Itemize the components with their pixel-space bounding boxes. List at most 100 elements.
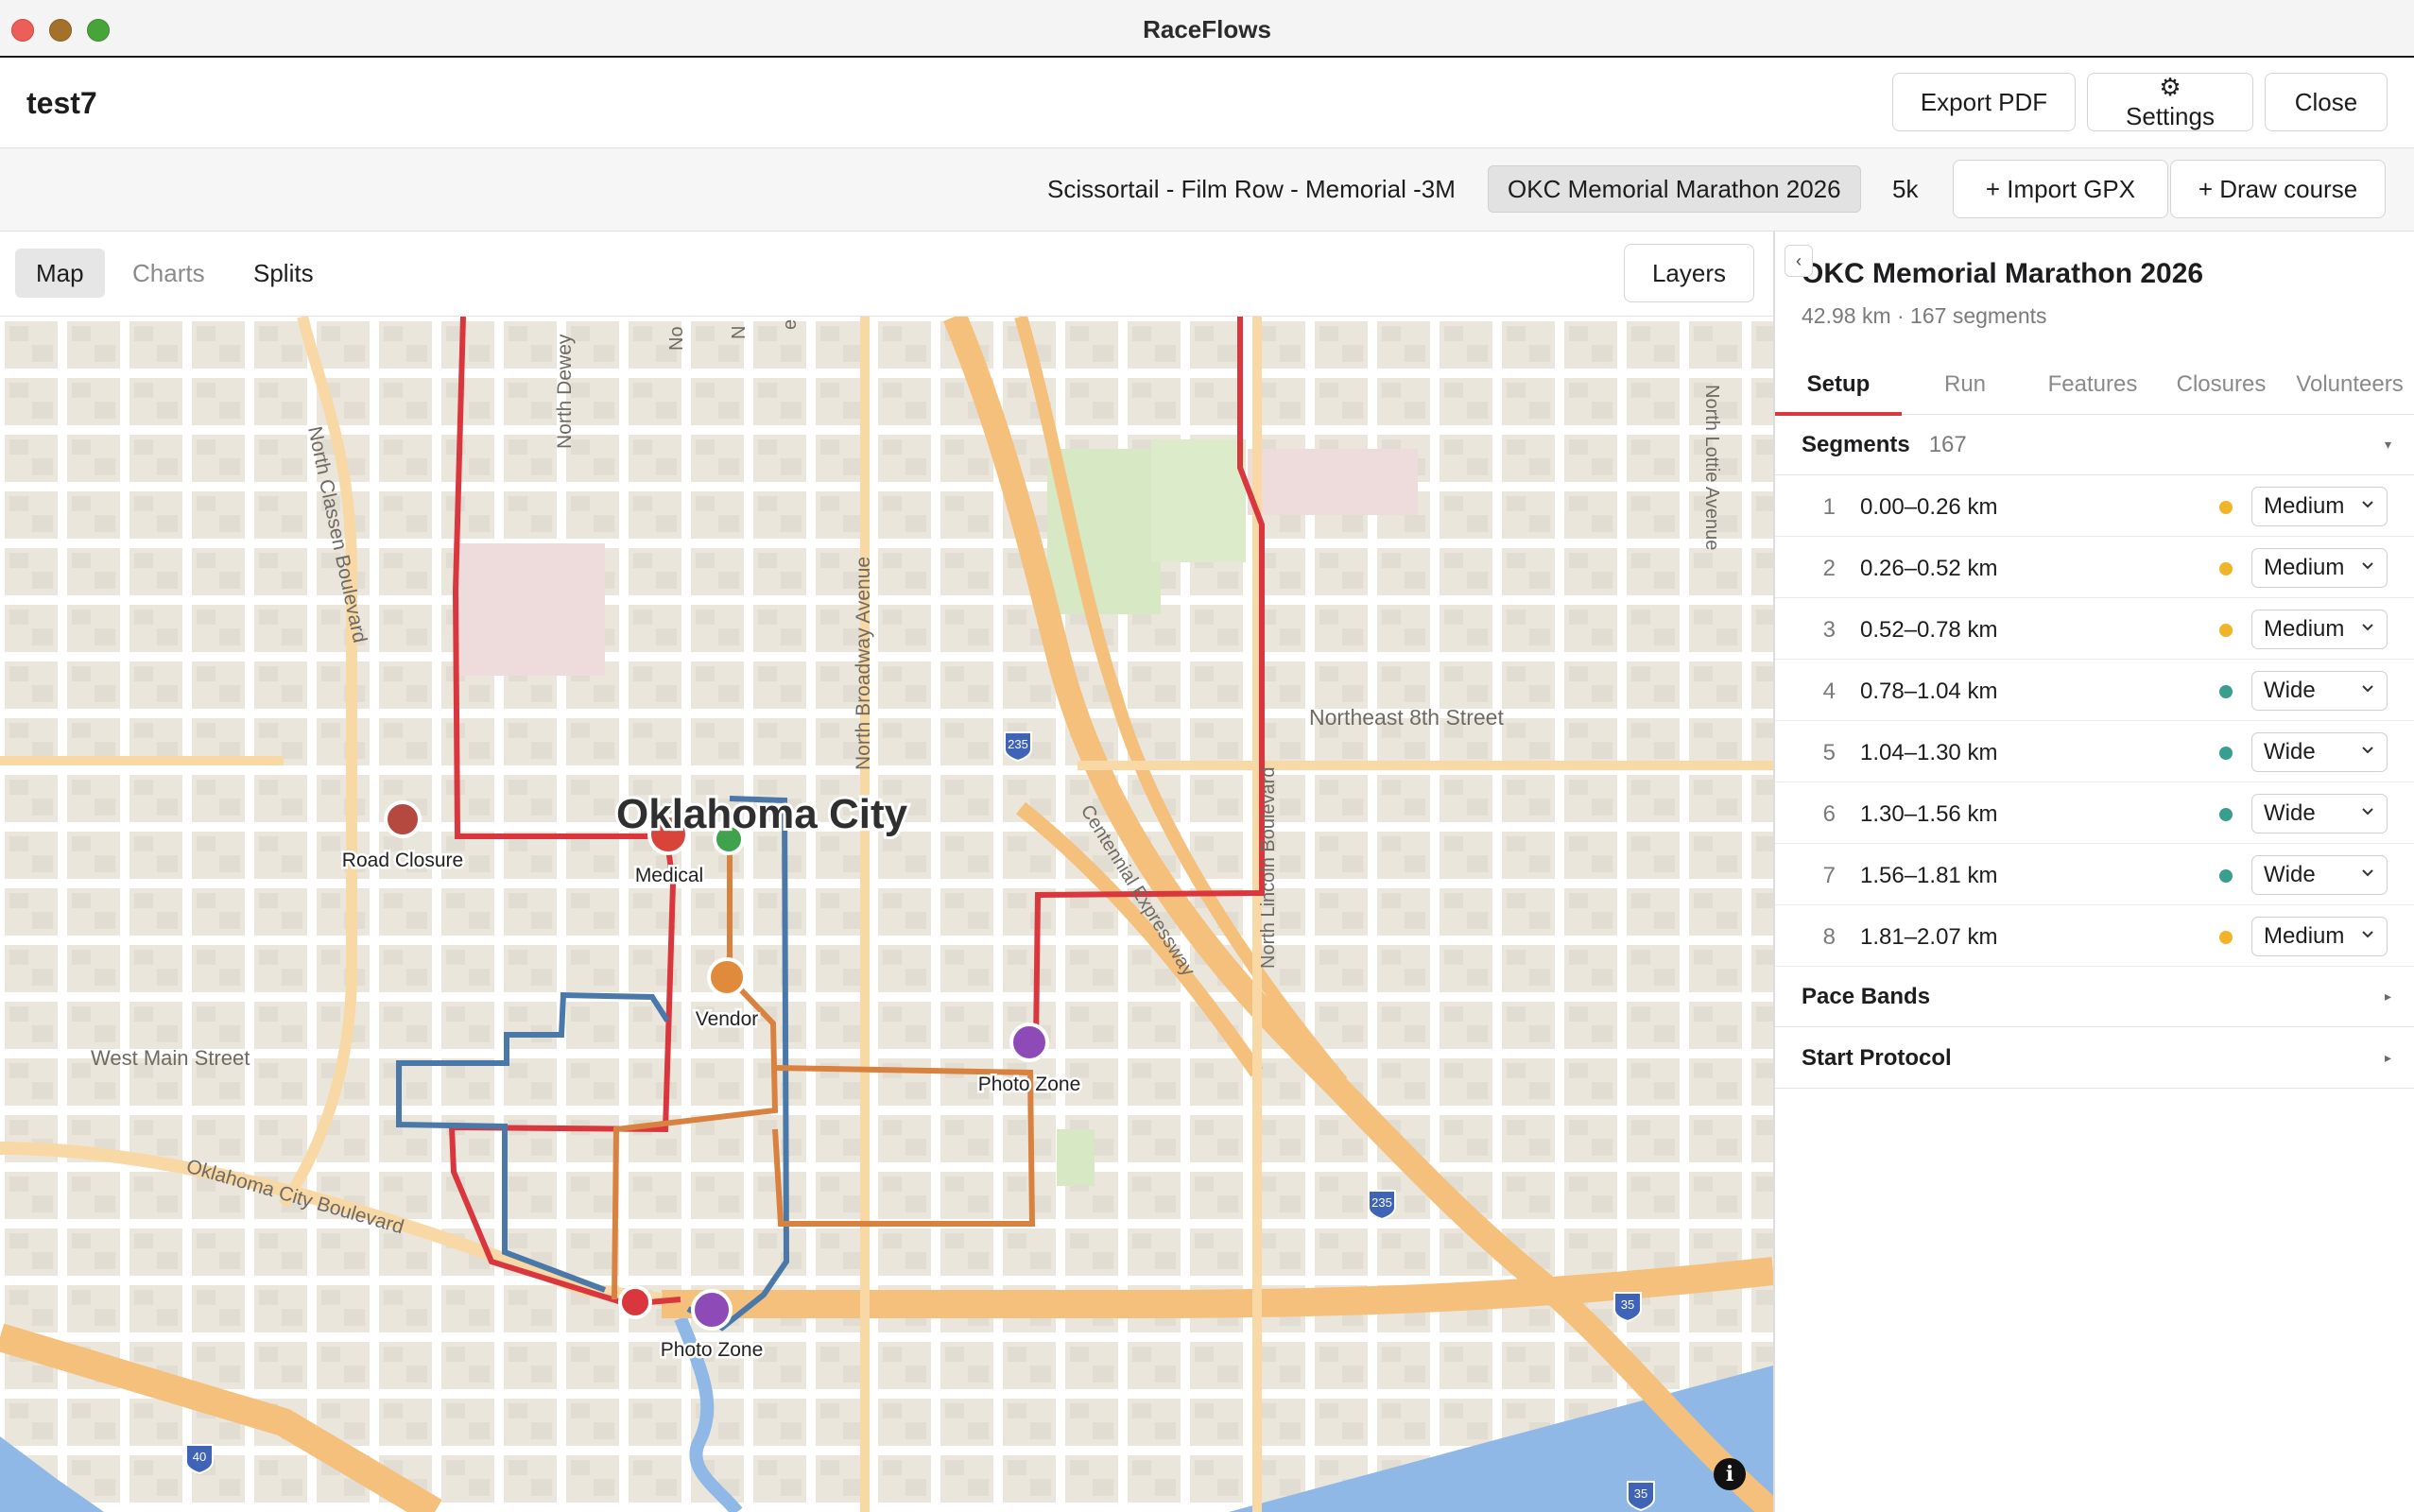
chevron-down-icon	[2362, 931, 2373, 938]
segment-range: 1.81–2.07 km	[1860, 924, 1998, 950]
shield-number: 35	[1621, 1297, 1634, 1312]
segment-width-value: Wide	[2264, 862, 2316, 887]
chevron-down-icon	[2362, 685, 2373, 693]
segment-width-select[interactable]: Wide	[2251, 671, 2388, 711]
collapsed-triangle-icon: ▸	[2384, 1050, 2391, 1065]
tab-splits[interactable]: Splits	[233, 249, 335, 298]
street-label: North Lincoln Boulevard	[1258, 767, 1279, 969]
course-tab-okc-memorial[interactable]: OKC Memorial Marathon 2026	[1488, 165, 1861, 213]
park-area	[1057, 1129, 1095, 1186]
course-details-panel: OKC Memorial Marathon 2026 ‹ 42.98 km · …	[1775, 232, 2414, 1512]
photo-zone-marker[interactable]	[1009, 1022, 1049, 1062]
course-tab-scissortail[interactable]: Scissortail - Film Row - Memorial -3M	[1028, 165, 1474, 213]
segment-number: 2	[1822, 556, 1836, 581]
settings-button[interactable]: ⚙ Settings	[2087, 73, 2253, 131]
segment-row[interactable]: 6 1.30–1.56 km Wide	[1775, 782, 2414, 844]
draw-course-button[interactable]: + Draw course	[2170, 160, 2386, 218]
segment-width-select[interactable]: Medium	[2251, 487, 2388, 526]
course-map[interactable]: 235 235 35 35 40 North Classen Boulevard	[0, 317, 1773, 1512]
segment-row[interactable]: 3 0.52–0.78 km Medium	[1775, 598, 2414, 660]
course-distance: 42.98 km	[1802, 303, 1891, 328]
segment-width-dot	[2219, 562, 2233, 576]
chevron-down-icon	[2362, 562, 2373, 570]
course-tab-5k[interactable]: 5k	[1873, 165, 1937, 213]
panel-tabs: Setup Run Features Closures Volunteers	[1775, 354, 2414, 416]
street-label: North Dewey	[554, 334, 576, 449]
highway-shield: 235	[1004, 731, 1032, 763]
tab-map[interactable]: Map	[15, 249, 105, 298]
city-label: Oklahoma City	[616, 791, 908, 837]
segment-width-select[interactable]: Medium	[2251, 917, 2388, 956]
highway-shield: 40	[185, 1444, 214, 1475]
segment-range: 0.78–1.04 km	[1860, 679, 1998, 704]
export-pdf-button[interactable]: Export PDF	[1892, 73, 2076, 131]
vendor-marker[interactable]	[707, 957, 747, 997]
segment-width-value: Wide	[2264, 739, 2316, 765]
segment-row[interactable]: 7 1.56–1.81 km Wide	[1775, 844, 2414, 905]
map-canvas[interactable]: 235 235 35 35 40 North Classen Boulevard	[0, 317, 1773, 1512]
segment-range: 0.52–0.78 km	[1860, 617, 1998, 643]
segment-width-dot	[2219, 931, 2233, 944]
tab-features[interactable]: Features	[2028, 354, 2157, 415]
segment-row[interactable]: 1 0.00–0.26 km Medium	[1775, 475, 2414, 537]
import-gpx-button[interactable]: + Import GPX	[1953, 160, 2168, 218]
segment-width-select[interactable]: Wide	[2251, 855, 2388, 895]
segment-row[interactable]: 5 1.04–1.30 km Wide	[1775, 721, 2414, 782]
road-closure-marker[interactable]	[384, 800, 422, 838]
pace-bands-section-header[interactable]: Pace Bands ▸	[1775, 967, 2414, 1027]
shield-number: 235	[1371, 1195, 1392, 1210]
city-grid	[0, 317, 1773, 1512]
chevron-down-icon	[2362, 501, 2373, 508]
segments-section-header[interactable]: Segments 167 ▾	[1775, 415, 2414, 475]
segment-width-dot	[2219, 808, 2233, 821]
street-label: West Main Street	[91, 1046, 250, 1070]
street-label: N	[729, 326, 750, 339]
layers-button[interactable]: Layers	[1624, 244, 1754, 302]
close-button[interactable]: Close	[2265, 73, 2388, 131]
segment-width-value: Medium	[2264, 493, 2345, 519]
street-label: e	[780, 319, 801, 330]
segment-row[interactable]: 2 0.26–0.52 km Medium	[1775, 537, 2414, 598]
course-selector-bar: Scissortail - Film Row - Memorial -3M OK…	[0, 148, 2414, 232]
tab-closures[interactable]: Closures	[2157, 354, 2285, 415]
segment-width-dot	[2219, 501, 2233, 514]
pace-bands-label: Pace Bands	[1802, 983, 1931, 1009]
app-window: RaceFlows test7 Export PDF ⚙ Settings Cl…	[0, 0, 2414, 1512]
shield-number: 40	[193, 1450, 206, 1464]
segment-number: 5	[1822, 740, 1836, 765]
segment-number: 4	[1822, 679, 1836, 704]
segment-row[interactable]: 4 0.78–1.04 km Wide	[1775, 660, 2414, 721]
tab-run[interactable]: Run	[1902, 354, 2028, 415]
segment-width-select[interactable]: Wide	[2251, 794, 2388, 833]
segment-range: 1.30–1.56 km	[1860, 801, 1998, 827]
start-finish-marker[interactable]	[618, 1285, 652, 1319]
tab-charts[interactable]: Charts	[112, 249, 226, 298]
tab-volunteers[interactable]: Volunteers	[2285, 354, 2414, 415]
park-area	[1151, 439, 1246, 562]
chevron-down-icon	[2362, 808, 2373, 816]
marker-label: Medical	[635, 865, 703, 886]
photo-zone-marker[interactable]	[691, 1289, 733, 1331]
shield-number: 35	[1634, 1486, 1647, 1501]
chevron-down-icon	[2362, 624, 2373, 631]
segment-width-select[interactable]: Medium	[2251, 610, 2388, 649]
segment-width-select[interactable]: Medium	[2251, 548, 2388, 588]
tab-setup[interactable]: Setup	[1775, 354, 1902, 416]
campus-area	[454, 543, 605, 676]
chevron-down-icon	[2362, 869, 2373, 877]
segment-number: 3	[1822, 617, 1836, 643]
segment-width-dot	[2219, 624, 2233, 637]
marker-label: Road Closure	[342, 850, 463, 871]
start-protocol-section-header[interactable]: Start Protocol ▸	[1775, 1028, 2414, 1089]
segment-width-value: Wide	[2264, 678, 2316, 703]
segment-summary: · 167 segments	[1890, 303, 2047, 328]
title-bar: RaceFlows	[0, 0, 2414, 58]
segment-number: 7	[1822, 863, 1836, 888]
segments-count: 167	[1928, 431, 1967, 457]
segments-label: Segments	[1802, 431, 1910, 457]
segment-width-select[interactable]: Wide	[2251, 732, 2388, 772]
segment-row[interactable]: 8 1.81–2.07 km Medium	[1775, 905, 2414, 967]
collapse-panel-button[interactable]: ‹	[1785, 245, 1813, 277]
segment-range: 1.04–1.30 km	[1860, 740, 1998, 765]
info-icon[interactable]: i	[1714, 1458, 1746, 1490]
